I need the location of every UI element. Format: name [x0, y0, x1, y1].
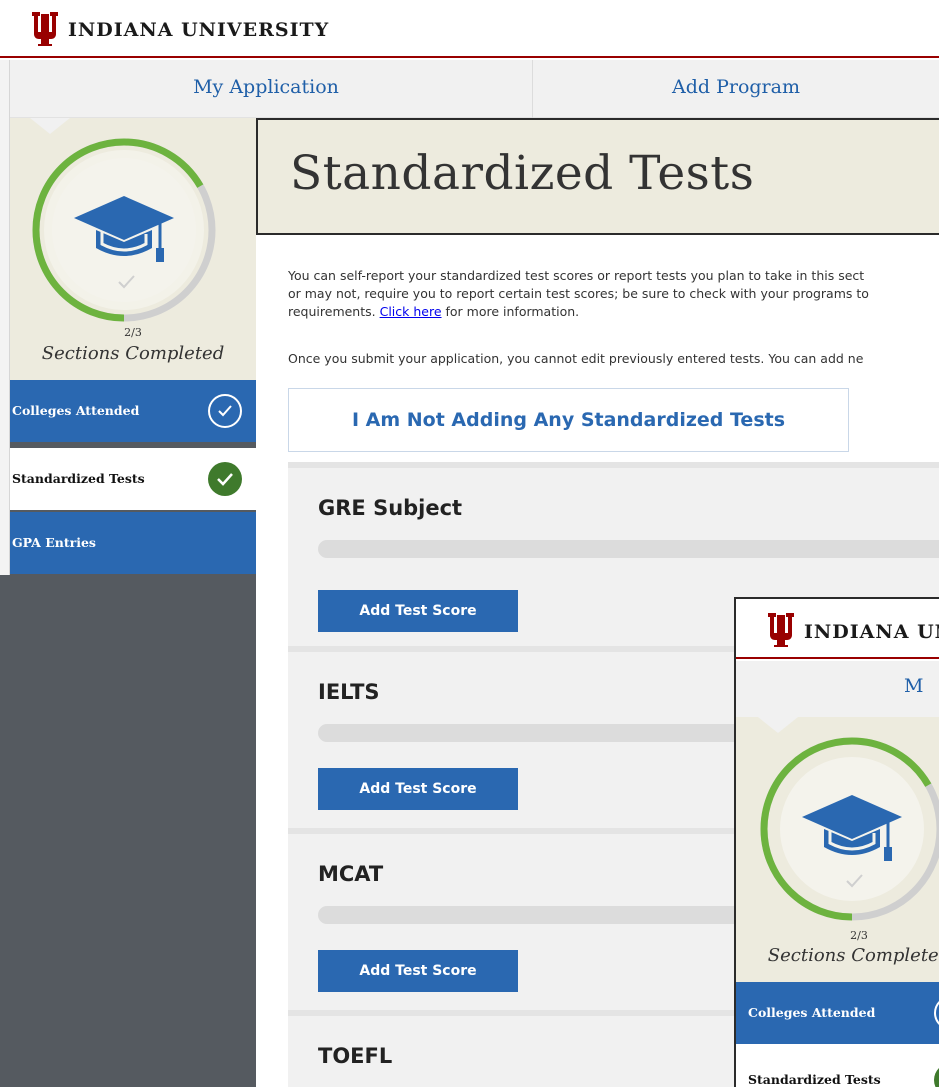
- sidebar-item-label: Colleges Attended: [748, 1005, 876, 1020]
- sidebar-item-standardized-tests[interactable]: Standardized Tests: [10, 448, 256, 510]
- sidebar-item-label: GPA Entries: [12, 535, 96, 550]
- overlay-progress-ring: [760, 737, 939, 921]
- check-circle-outline-icon: [208, 394, 242, 428]
- top-header: INDIANA UNIVERSITY: [0, 0, 939, 58]
- brand-name: INDIANA UNIVERSITY: [68, 19, 330, 41]
- more-info-link[interactable]: Click here: [380, 304, 442, 319]
- check-circle-filled-icon: [934, 1063, 939, 1087]
- no-tests-button[interactable]: I Am Not Adding Any Standardized Tests: [288, 388, 849, 452]
- sidebar-item-label: Standardized Tests: [748, 1072, 881, 1087]
- overlay-progress-fraction: 2/3: [850, 929, 868, 942]
- tab-my-application[interactable]: My Application: [0, 60, 533, 118]
- page-title-box: Standardized Tests: [256, 118, 939, 235]
- sidebar-item-colleges-attended[interactable]: Colleges Attended: [10, 380, 256, 442]
- sidebar-item-gpa-entries[interactable]: GPA Entries: [10, 512, 256, 574]
- tab-add-program[interactable]: Add Program: [533, 60, 939, 118]
- top-nav: My Application Add Program: [0, 60, 939, 118]
- sidebar: 2/3 Sections Completed Colleges Attended…: [10, 118, 256, 1087]
- overlay-brand-name: INDIANA UN: [804, 621, 939, 643]
- overlay-header: INDIANA UN: [736, 599, 939, 659]
- intro-text: You can self-report your standardized te…: [288, 267, 939, 321]
- test-name: MCAT: [318, 862, 384, 886]
- intro-line: or may not, require you to report certai…: [288, 286, 869, 301]
- overlay-sidebar-item-colleges-attended: Colleges Attended: [736, 982, 939, 1044]
- iu-trident-logo-icon: [32, 12, 58, 46]
- add-test-score-button[interactable]: Add Test Score: [318, 950, 518, 992]
- test-divider-bar: [318, 540, 939, 558]
- embedded-screenshot: INDIANA UN M 2/3 Sections Completed Coll…: [734, 597, 939, 1087]
- overlay-nav: M: [736, 661, 939, 717]
- iu-trident-logo-icon: [768, 613, 794, 647]
- add-test-score-button[interactable]: Add Test Score: [318, 590, 518, 632]
- overlay-progress-panel: 2/3 Sections Completed: [736, 717, 939, 982]
- progress-ring: [32, 138, 216, 322]
- test-name: TOEFL: [318, 1044, 393, 1068]
- check-circle-filled-icon: [208, 462, 242, 496]
- test-name: IELTS: [318, 680, 380, 704]
- overlay-sidebar-item-standardized-tests: Standardized Tests: [736, 1049, 939, 1087]
- sidebar-item-label: Standardized Tests: [12, 471, 145, 486]
- add-test-score-button[interactable]: Add Test Score: [318, 768, 518, 810]
- progress-fraction: 2/3: [124, 326, 142, 339]
- check-circle-outline-icon: [934, 996, 939, 1030]
- intro-text-fragment: requirements.: [288, 304, 380, 319]
- test-name: GRE Subject: [318, 496, 463, 520]
- intro-line: requirements. Click here for more inform…: [288, 303, 939, 321]
- overlay-progress-label: Sections Completed: [767, 945, 939, 966]
- sidebar-item-label: Colleges Attended: [12, 403, 140, 418]
- page-title: Standardized Tests: [290, 146, 755, 201]
- progress-panel: 2/3 Sections Completed: [10, 118, 256, 380]
- submit-note: Once you submit your application, you ca…: [288, 351, 864, 366]
- intro-line: You can self-report your standardized te…: [288, 268, 865, 283]
- intro-text-fragment: for more information.: [441, 304, 580, 319]
- progress-label: Sections Completed: [41, 343, 225, 364]
- overlay-tab: M: [904, 675, 924, 697]
- left-gutter-dark: [0, 575, 10, 1087]
